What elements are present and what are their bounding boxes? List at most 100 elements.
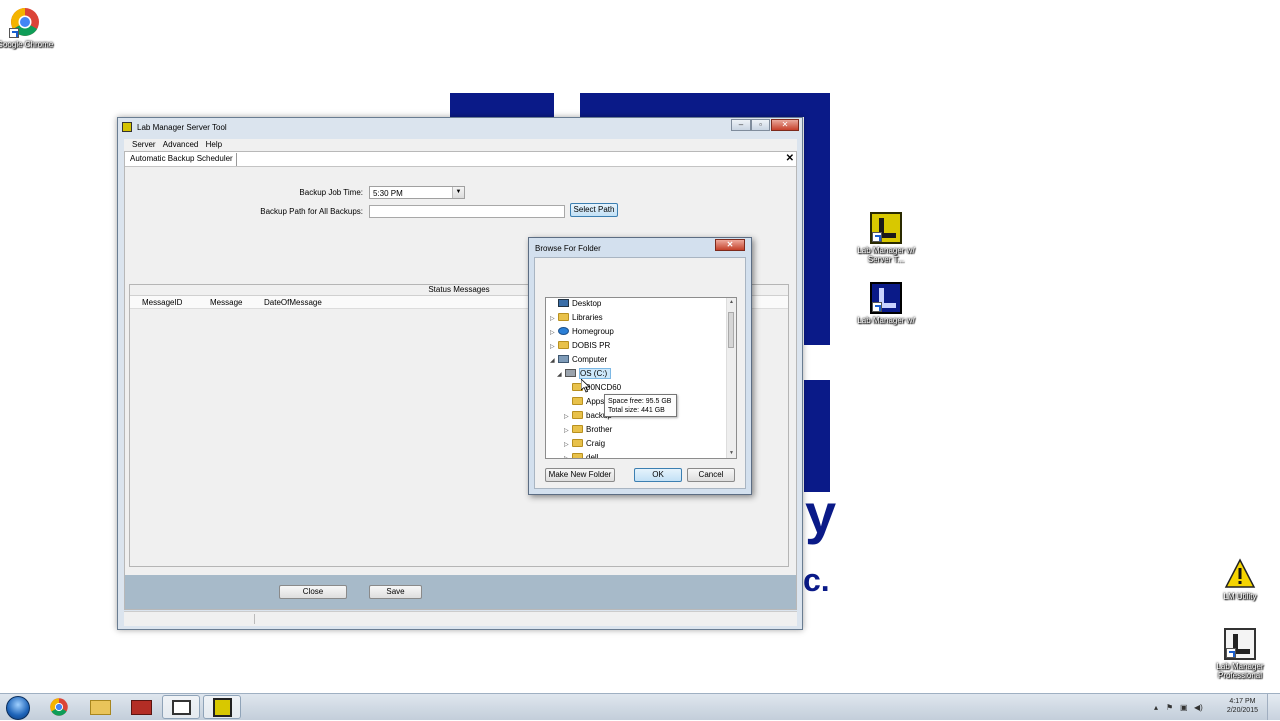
menu-server[interactable]: Server	[132, 140, 156, 149]
computer-icon	[558, 355, 569, 363]
tree-item-homegroup[interactable]: ▷ Homegroup	[550, 326, 614, 338]
window-app-icon	[172, 700, 191, 715]
volume-icon[interactable]: ◀)	[1194, 703, 1203, 712]
column-message[interactable]: Message	[210, 298, 242, 307]
make-new-folder-button[interactable]: Make New Folder	[545, 468, 615, 482]
save-button[interactable]: Save	[369, 585, 422, 599]
backup-path-label: Backup Path for All Backups:	[260, 207, 363, 216]
tree-item-craig[interactable]: ▷ Craig	[564, 438, 605, 450]
homegroup-icon	[558, 327, 569, 335]
toolbox-icon	[131, 700, 152, 715]
maximize-button[interactable]: ▫	[751, 119, 770, 131]
select-path-button[interactable]: Select Path	[570, 203, 618, 217]
expand-arrow-icon[interactable]: ▷	[550, 327, 558, 339]
drive-icon	[565, 369, 576, 377]
desktop-icon-label: Lab Manager w/ Server T...	[857, 246, 915, 264]
libraries-icon	[558, 313, 569, 321]
tree-item-00ncd60[interactable]: 00NCD60	[564, 382, 621, 394]
app-icon	[122, 122, 132, 132]
tree-item-desktop[interactable]: Desktop	[550, 298, 601, 310]
chevron-down-icon[interactable]: ▼	[452, 187, 464, 198]
column-message-id[interactable]: MessageID	[142, 298, 182, 307]
show-desktop-button[interactable]	[1267, 694, 1280, 720]
collapse-arrow-icon[interactable]: ◢	[557, 369, 565, 381]
folder-icon	[572, 411, 583, 419]
tree-item-libraries[interactable]: ▷ Libraries	[550, 312, 603, 324]
scroll-up-icon[interactable]: ▲	[727, 298, 736, 307]
scroll-down-icon[interactable]: ▼	[727, 449, 736, 458]
folder-icon	[572, 453, 583, 458]
expand-arrow-icon[interactable]: ▷	[550, 341, 558, 353]
taskbar-explorer[interactable]	[81, 695, 119, 719]
folder-icon	[572, 439, 583, 447]
tree-item-brother[interactable]: ▷ Brother	[564, 424, 612, 436]
clock-date: 2/20/2015	[1226, 707, 1258, 714]
tree-item-dobis-pr[interactable]: ▷ DOBIS PR	[550, 340, 610, 352]
expand-arrow-icon[interactable]: ▷	[564, 411, 572, 423]
close-window-button[interactable]: ✕	[771, 119, 799, 131]
wallpaper-logo-block-3	[804, 117, 830, 345]
backup-job-time-select[interactable]: 5:30 PM ▼	[369, 186, 465, 199]
folder-icon	[572, 425, 583, 433]
clock[interactable]: 4:17 PM 2/20/2015	[1227, 697, 1258, 715]
desktop-icon-lab-manager[interactable]: Lab Manager w/	[854, 282, 918, 325]
dialog-body: Desktop ▷ Libraries ▷ Homegroup ▷ DOBIS PR …	[534, 257, 746, 489]
close-button[interactable]: Close	[279, 585, 347, 599]
tooltip-total-size: Total size: 441 GB	[608, 407, 665, 414]
desktop-icon-lab-manager-server[interactable]: Lab Manager w/ Server T...	[854, 212, 918, 264]
tree-item-computer[interactable]: ◢ Computer	[550, 354, 607, 366]
minimize-button[interactable]: –	[731, 119, 751, 131]
taskbar: ▴ ⚑ ▣ ◀) 4:17 PM 2/20/2015	[0, 693, 1280, 720]
start-button[interactable]	[2, 695, 34, 720]
desktop-icon-lab-manager-professional[interactable]: Lab Manager Professional	[1208, 628, 1272, 680]
desktop-icon-chrome[interactable]: Google Chrome	[0, 6, 57, 49]
wallpaper-letter-c: c.	[803, 562, 830, 598]
desktop-icon-label: Lab Manager Professional	[1216, 662, 1264, 680]
expand-arrow-icon[interactable]: ▷	[564, 425, 572, 437]
expand-arrow-icon[interactable]: ▷	[564, 439, 572, 451]
collapse-arrow-icon[interactable]: ◢	[550, 355, 558, 367]
expand-arrow-icon[interactable]: ▷	[564, 453, 572, 458]
tree-item-apps[interactable]: Apps	[564, 396, 604, 408]
drive-space-tooltip: Space free: 95.5 GB Total size: 441 GB	[604, 394, 677, 417]
expand-arrow-icon[interactable]: ▷	[550, 313, 558, 325]
lab-manager-professional-icon	[1224, 628, 1256, 660]
action-center-flag-icon[interactable]: ⚑	[1166, 703, 1173, 712]
desktop-icon-lm-utility[interactable]: LM Utility	[1208, 558, 1272, 601]
system-tray: ▴ ⚑ ▣ ◀) 4:17 PM 2/20/2015	[1150, 694, 1280, 721]
desktop-icon-label: Lab Manager w/	[857, 316, 915, 325]
tab-automatic-backup-scheduler[interactable]: Automatic Backup Scheduler	[127, 153, 237, 166]
wallpaper-logo-block-2	[580, 93, 830, 117]
menu-help[interactable]: Help	[206, 140, 222, 149]
selected-folder: OS (C:)	[579, 368, 612, 379]
button-bar: Close Save	[125, 575, 796, 609]
ok-button[interactable]: OK	[634, 468, 682, 482]
tree-scrollbar[interactable]: ▲ ▼	[726, 298, 736, 458]
warning-icon	[1224, 558, 1256, 590]
folder-tree[interactable]: Desktop ▷ Libraries ▷ Homegroup ▷ DOBIS PR …	[545, 297, 737, 459]
taskbar-chrome[interactable]	[40, 695, 78, 719]
taskbar-toolbox[interactable]	[122, 695, 160, 719]
lab-manager-icon	[213, 698, 232, 717]
taskbar-window-app[interactable]	[162, 695, 200, 719]
explorer-icon	[90, 700, 111, 715]
shortcut-arrow-icon	[872, 302, 882, 312]
browse-for-folder-dialog: Browse For Folder ✕ Desktop ▷ Libraries ▷…	[528, 237, 752, 495]
menu-bar: Server Advanced Help	[124, 139, 797, 151]
shortcut-arrow-icon	[872, 232, 882, 242]
network-icon[interactable]: ▣	[1180, 703, 1188, 712]
shortcut-arrow-icon	[9, 28, 19, 38]
backup-job-time-value: 5:30 PM	[373, 189, 403, 198]
menu-advanced[interactable]: Advanced	[163, 140, 199, 149]
backup-path-input[interactable]	[369, 205, 565, 218]
tree-item-dell[interactable]: ▷ dell	[564, 452, 598, 458]
close-tab-icon[interactable]: ✕	[786, 153, 794, 164]
window-titlebar[interactable]: Lab Manager Server Tool – ▫ ✕	[118, 118, 802, 136]
taskbar-lab-manager[interactable]	[203, 695, 241, 719]
scrollbar-thumb[interactable]	[728, 312, 734, 348]
cancel-button[interactable]: Cancel	[687, 468, 735, 482]
show-hidden-icons-icon[interactable]: ▴	[1154, 703, 1158, 712]
folder-icon	[572, 397, 583, 405]
dialog-close-button[interactable]: ✕	[715, 239, 745, 251]
column-date-of-message[interactable]: DateOfMessage	[264, 298, 322, 307]
